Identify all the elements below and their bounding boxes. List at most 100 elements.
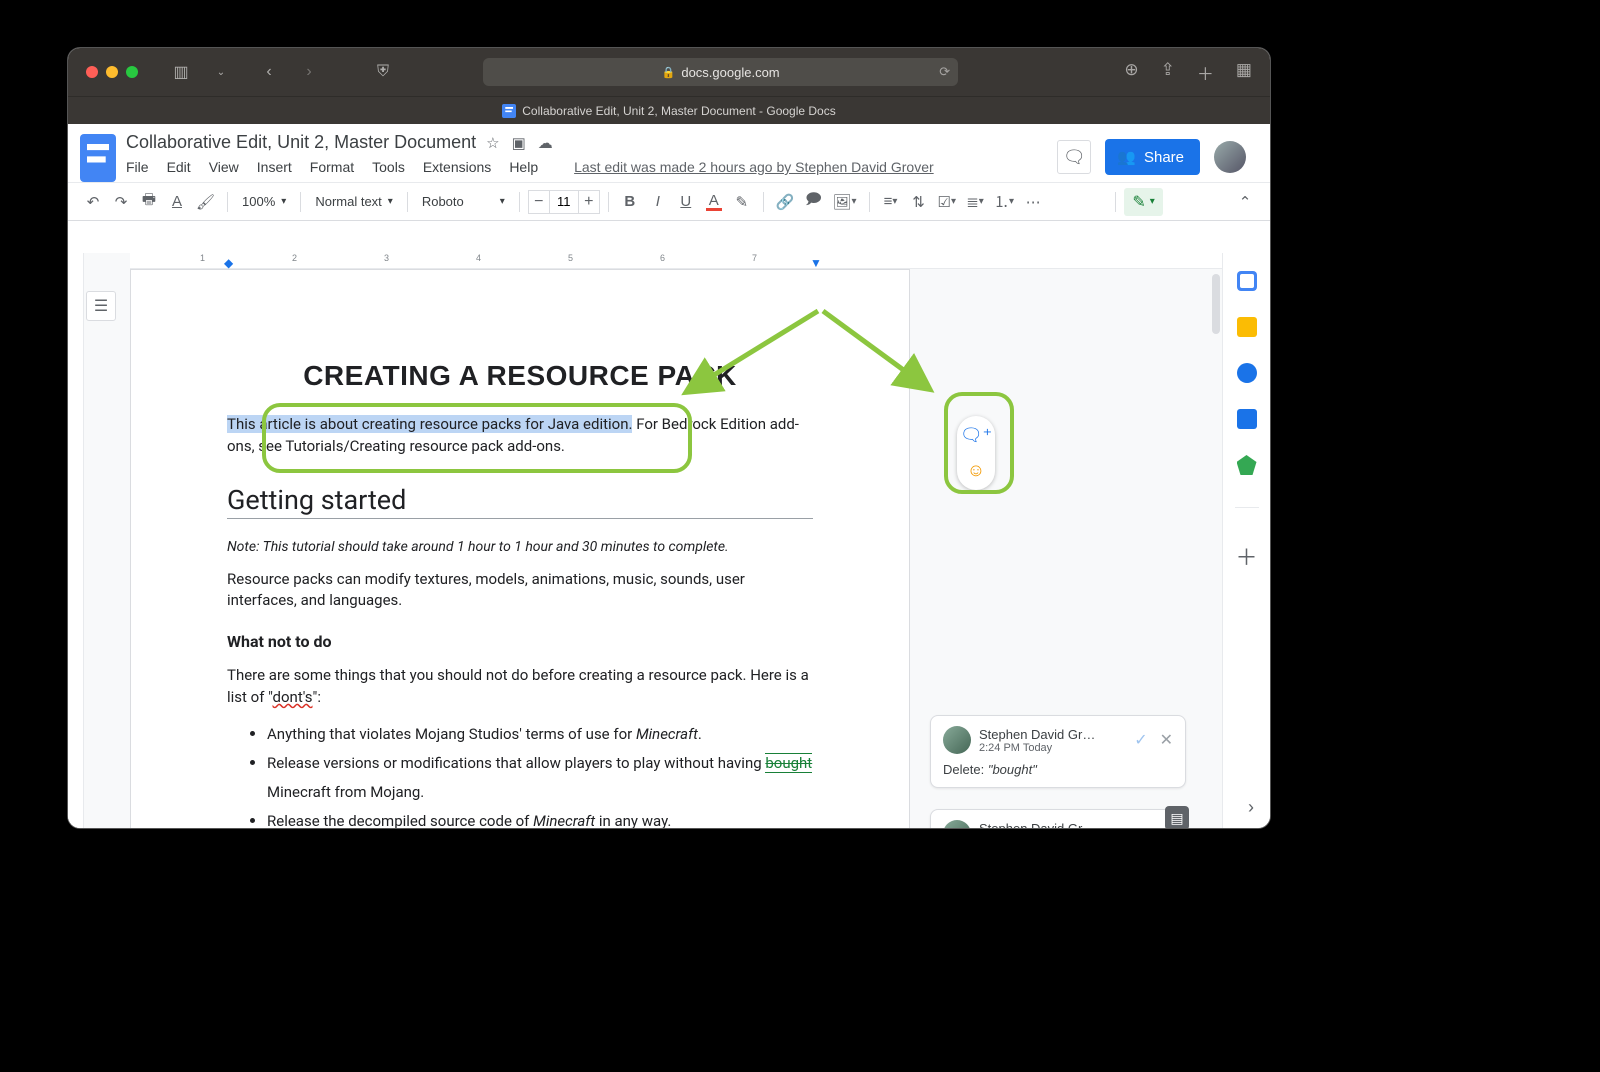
more-tools-button[interactable]: ⋯ [1020,189,1046,215]
docs-favicon-icon [502,104,516,118]
insert-comment-button[interactable]: 🗩 [800,189,826,215]
lock-icon: 🔒 [662,66,676,79]
font-family-select[interactable]: Roboto▾ [416,189,511,215]
outline-toggle-button[interactable]: ☰ [86,291,116,321]
font-size-decrease[interactable]: − [529,193,549,211]
menu-edit[interactable]: Edit [167,159,191,175]
comment-history-button[interactable]: 🗨 [1057,140,1091,174]
accept-suggestion-button[interactable]: ✓ [1134,824,1147,828]
collapse-toolbar-button[interactable]: ⌃ [1232,189,1258,215]
bold-button[interactable]: B [617,189,643,215]
print-button[interactable]: 🖶 [136,189,162,215]
forward-button[interactable]: › [296,61,322,83]
list-item: Release the decompiled source code of Mi… [267,806,813,828]
add-emoji-reaction-icon[interactable]: ☺ [967,460,985,481]
cloud-status-icon[interactable]: ☁ [538,134,553,152]
suggestion-more-button[interactable]: ▤ [1165,806,1189,828]
menu-tools[interactable]: Tools [372,159,405,175]
suggestion-card[interactable]: ▤ Stephen David Gr… 2:24 PM Today ✓ ✕ [930,809,1186,828]
menu-view[interactable]: View [209,159,239,175]
font-size-increase[interactable]: + [579,193,599,211]
docs-logo-icon[interactable] [80,134,116,182]
menu-insert[interactable]: Insert [257,159,292,175]
indent-right-marker[interactable]: ▼ [810,256,822,270]
edit-history-link[interactable]: Last edit was made 2 hours ago by Stephe… [574,159,934,175]
back-button[interactable]: ‹ [256,61,282,83]
intro-paragraph: This article is about creating resource … [227,414,813,458]
add-comment-icon[interactable]: 🗨⁺ [960,425,992,446]
share-icon[interactable]: ⇪ [1161,60,1175,85]
star-icon[interactable]: ☆ [486,134,499,152]
account-avatar[interactable] [1214,141,1246,173]
share-button[interactable]: 👥 Share [1105,139,1200,175]
bulleted-list-button[interactable]: ≣▾ [962,189,988,215]
selected-text[interactable]: This article is about creating resource … [227,415,632,433]
tab-group-dropdown[interactable]: ⌄ [208,61,234,83]
undo-button[interactable]: ↶ [80,189,106,215]
tasks-app-icon[interactable] [1237,363,1257,383]
keep-app-icon[interactable] [1237,317,1257,337]
minimize-window-button[interactable] [106,66,118,78]
paragraph-style-select[interactable]: Normal text▾ [309,189,399,215]
list-item: Release versions or modifications that a… [267,748,813,806]
style-value: Normal text [315,194,381,209]
shield-icon[interactable]: ⛨ [370,61,396,83]
document-title[interactable]: Collaborative Edit, Unit 2, Master Docum… [126,132,476,153]
reject-suggestion-button[interactable]: ✕ [1160,730,1173,750]
ruler-tick: 7 [752,253,757,263]
indent-left-marker[interactable]: ◆ [224,256,233,270]
suggestion-avatar [943,726,971,754]
line-spacing-button[interactable]: ⇅ [906,189,932,215]
hide-sidepanel-button[interactable]: › [1248,797,1254,818]
text-color-button[interactable]: A [701,189,727,215]
document-page[interactable]: CREATING A RESOURCE PACK This article is… [130,269,910,828]
new-tab-icon[interactable]: ＋ [1197,60,1214,85]
horizontal-ruler: 1 2 3 4 5 6 7 ◆ ▼ [130,253,1222,269]
underline-button[interactable]: U [673,189,699,215]
pencil-icon: ✎ [1132,192,1145,212]
contacts-app-icon[interactable] [1237,409,1257,429]
get-addons-button[interactable]: ＋ [1235,540,1257,572]
checklist-button[interactable]: ☑▾ [934,189,960,215]
redo-button[interactable]: ↷ [108,189,134,215]
editing-mode-button[interactable]: ✎▾ [1124,188,1162,216]
maps-app-icon[interactable] [1237,455,1257,475]
tabs-overview-icon[interactable]: ▦ [1236,60,1252,85]
person-lock-icon: 👥 [1117,148,1136,166]
ruler-tick: 4 [476,253,481,263]
suggestion-card[interactable]: Stephen David Gr… 2:24 PM Today ✓ ✕ Dele… [930,715,1186,788]
zoom-select[interactable]: 100%▾ [236,189,292,215]
address-bar[interactable]: 🔒 docs.google.com ⟳ [483,58,958,86]
sidebar-toggle-icon[interactable]: ▥ [168,61,194,83]
suggestion-deleted-text[interactable]: bought [765,753,812,773]
donts-intro: There are some things that you should no… [227,665,813,709]
list-item: Anything that violates Mojang Studios' t… [267,719,813,749]
url-host: docs.google.com [681,65,779,80]
insert-link-button[interactable]: 🔗 [772,189,799,215]
paint-format-button[interactable]: 🖌 [192,189,219,215]
align-button[interactable]: ≡▾ [878,189,904,215]
move-folder-icon[interactable]: ▣ [512,134,526,152]
spellcheck-button[interactable]: A [164,189,190,215]
accept-suggestion-button[interactable]: ✓ [1134,730,1147,750]
spelling-error[interactable]: dont's [273,688,313,706]
numbered-list-button[interactable]: ⒈▾ [990,189,1018,215]
downloads-icon[interactable]: ⊕ [1124,60,1138,85]
italic-button[interactable]: I [645,189,671,215]
menu-extensions[interactable]: Extensions [423,159,491,175]
insert-image-button[interactable]: 🖼▾ [828,189,860,215]
highlight-color-button[interactable]: ✎ [729,189,755,215]
menu-format[interactable]: Format [310,159,354,175]
body-paragraph: Resource packs can modify textures, mode… [227,569,813,613]
menu-file[interactable]: File [126,159,149,175]
close-window-button[interactable] [86,66,98,78]
font-size-value[interactable]: 11 [549,191,579,213]
suggestion-time: 2:24 PM Today [979,742,1095,754]
menu-help[interactable]: Help [509,159,538,175]
tab-title[interactable]: Collaborative Edit, Unit 2, Master Docum… [522,104,835,118]
reload-icon[interactable]: ⟳ [939,64,950,80]
maximize-window-button[interactable] [126,66,138,78]
vertical-scrollbar[interactable] [1212,274,1220,334]
calendar-app-icon[interactable] [1237,271,1257,291]
mac-titlebar: ▥ ⌄ ‹ › ⛨ 🔒 docs.google.com ⟳ ⊕ ⇪ ＋ ▦ [68,48,1270,96]
